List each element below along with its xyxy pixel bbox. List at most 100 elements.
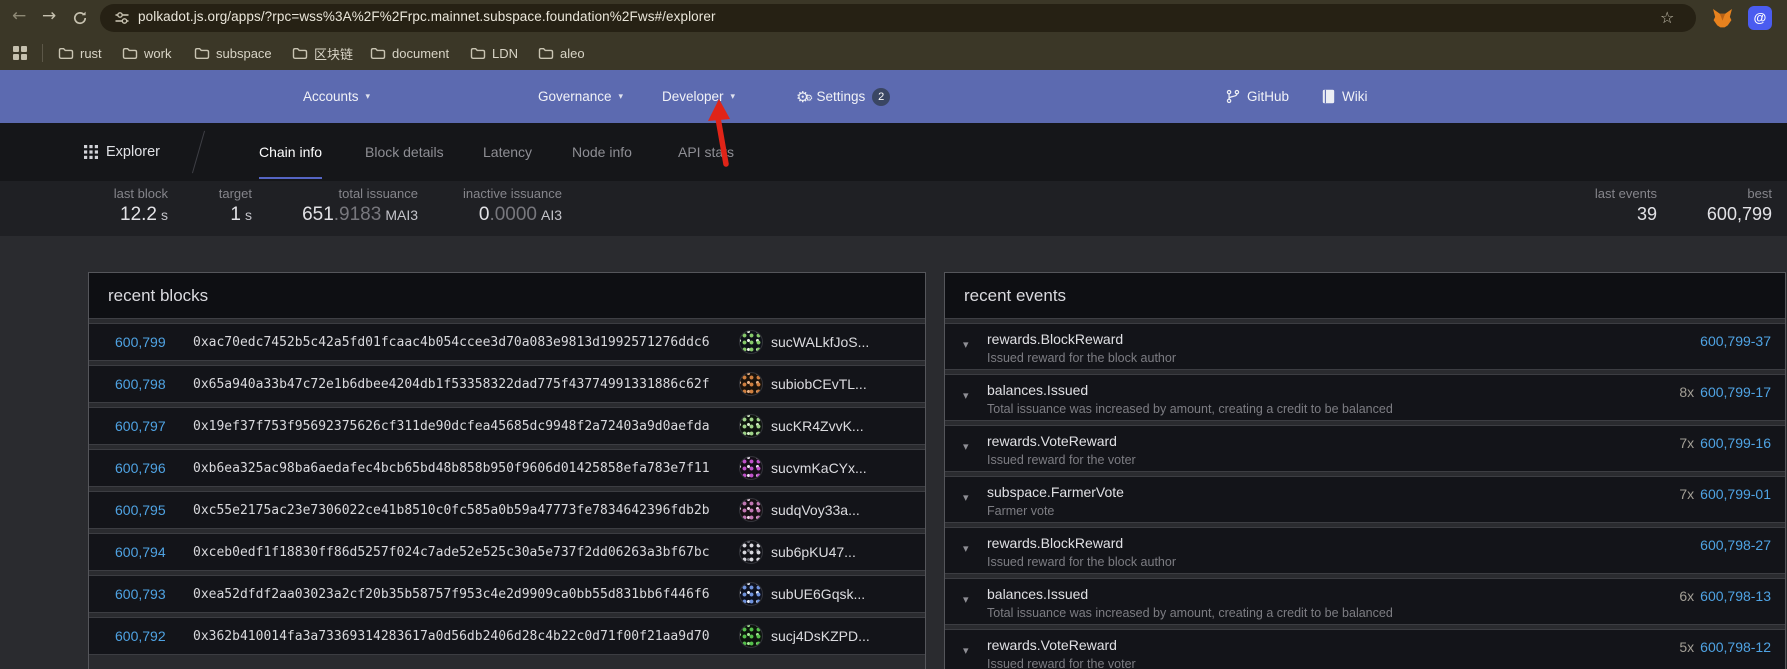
block-row[interactable]: 600,794 0xceb0edf1f18830ff86d5257f024c7a… [89,533,925,571]
event-count: 8x [1679,384,1694,400]
menu-developer[interactable]: Developer ▾ [662,70,735,123]
bookmarks-bar: rust work subspace 区块链 document LDN aleo [0,36,1787,70]
tab-chain-info[interactable]: Chain info [259,123,322,179]
bookmark-ldn[interactable]: LDN [470,36,518,70]
block-row[interactable]: 600,795 0xc55e2175ac23e7306022ce41b8510c… [89,491,925,529]
tab-node-info[interactable]: Node info [572,123,632,179]
expand-caret-icon[interactable]: ▾ [963,644,969,657]
block-number-link[interactable]: 600,796 [115,460,177,476]
reload-icon[interactable] [72,10,88,26]
explorer-tabbar: Explorer Chain info Block details Latenc… [0,123,1787,181]
expand-caret-icon[interactable]: ▾ [963,338,969,351]
event-name: rewards.BlockReward [987,535,1785,551]
block-row[interactable]: 600,798 0x65a940a33b47c72e1b6dbee4204db1… [89,365,925,403]
event-block-link[interactable]: 600,798-12 [1700,639,1771,655]
event-block-link[interactable]: 600,799-37 [1700,333,1771,349]
block-number-link[interactable]: 600,794 [115,544,177,560]
bookmark-label: work [144,46,171,61]
event-row: ▾ subspace.FarmerVote Farmer vote 7x600,… [945,476,1785,523]
event-block-link[interactable]: 600,799-16 [1700,435,1771,451]
author-identicon[interactable] [739,414,763,438]
tab-block-details[interactable]: Block details [365,123,444,179]
bookmark-star-icon[interactable]: ☆ [1660,8,1674,27]
block-hash: 0x19ef37f753f95692375626cf311de90dcfea45… [193,419,710,434]
bookmark-work[interactable]: work [122,36,171,70]
chevron-down-icon: ▾ [366,92,371,102]
metamask-extension-icon[interactable] [1712,8,1733,29]
menu-governance-label: Governance [538,89,612,104]
block-number-link[interactable]: 600,793 [115,586,177,602]
forward-icon[interactable]: → [42,6,56,26]
expand-caret-icon[interactable]: ▾ [963,542,969,555]
block-author[interactable]: sudqVoy33a... [739,498,860,522]
block-number-link[interactable]: 600,797 [115,418,177,434]
bookmark-blockchain[interactable]: 区块链 [292,36,353,70]
event-block-link[interactable]: 600,799-17 [1700,384,1771,400]
block-author[interactable]: sub6pKU47... [739,540,856,564]
bookmark-rust[interactable]: rust [58,36,102,70]
bookmark-aleo[interactable]: aleo [538,36,585,70]
block-row[interactable]: 600,796 0xb6ea325ac98ba6aedafec4bcb65bd4… [89,449,925,487]
apps-grid-icon[interactable] [12,45,28,61]
github-link[interactable]: GitHub [1226,70,1289,123]
block-row[interactable]: 600,797 0x19ef37f753f95692375626cf311de9… [89,407,925,445]
block-author[interactable]: sucvmKaCYx... [739,456,867,480]
author-identicon[interactable] [739,540,763,564]
block-number-link[interactable]: 600,799 [115,334,177,350]
menu-governance[interactable]: Governance ▾ [538,70,623,123]
author-identicon[interactable] [739,624,763,648]
section-title-explorer[interactable]: Explorer [106,123,160,181]
block-number-link[interactable]: 600,792 [115,628,177,644]
event-block-link[interactable]: 600,799-01 [1700,486,1771,502]
block-hash: 0xc55e2175ac23e7306022ce41b8510c0fc585a0… [193,503,710,518]
stat-label: best [1652,186,1772,201]
block-number-link[interactable]: 600,795 [115,502,177,518]
author-name: subUE6Gqsk... [771,586,865,602]
browser-extension-icon[interactable]: @ [1748,6,1772,30]
author-name: sub6pKU47... [771,544,856,560]
block-row[interactable]: 600,793 0xea52dfdf2aa03023a2cf20b35b5875… [89,575,925,613]
block-author[interactable]: sucj4DsKZPD... [739,624,870,648]
author-identicon[interactable] [739,456,763,480]
block-number-link[interactable]: 600,798 [115,376,177,392]
bookmark-label: LDN [492,46,518,61]
expand-caret-icon[interactable]: ▾ [963,389,969,402]
event-row: ▾ balances.Issued Total issuance was inc… [945,374,1785,421]
folder-icon [58,47,74,60]
block-author[interactable]: subiobCEvTL... [739,372,867,396]
expand-caret-icon[interactable]: ▾ [963,440,969,453]
block-row[interactable]: 600,799 0xac70edc7452b5c42a5fd01fcaac4b0… [89,323,925,361]
expand-caret-icon[interactable]: ▾ [963,593,969,606]
event-block-link[interactable]: 600,798-13 [1700,588,1771,604]
back-icon[interactable]: ← [12,6,26,26]
author-identicon[interactable] [739,498,763,522]
author-name: sudqVoy33a... [771,502,860,518]
event-description: Issued reward for the voter [987,453,1785,467]
wiki-link[interactable]: Wiki [1322,70,1368,123]
block-hash: 0x65a940a33b47c72e1b6dbee4204db1f5335832… [193,377,710,392]
author-identicon[interactable] [739,330,763,354]
menu-settings[interactable]: ⚙⚙ Settings 2 [796,70,890,123]
tab-api-stats[interactable]: API stats [678,123,734,179]
menu-accounts[interactable]: Accounts ▾ [303,70,370,123]
author-identicon[interactable] [739,372,763,396]
bookmark-label: subspace [216,46,272,61]
block-hash: 0xb6ea325ac98ba6aedafec4bcb65bd48b858b95… [193,461,710,476]
event-description: Total issuance was increased by amount, … [987,606,1785,620]
bookmark-subspace[interactable]: subspace [194,36,272,70]
expand-caret-icon[interactable]: ▾ [963,491,969,504]
tab-latency[interactable]: Latency [483,123,532,179]
event-description: Farmer vote [987,504,1785,518]
chevron-down-icon: ▾ [619,92,624,102]
block-row[interactable]: 600,792 0x362b410014fa3a73369314283617a0… [89,617,925,655]
bookmark-document[interactable]: document [370,36,449,70]
block-author[interactable]: subUE6Gqsk... [739,582,865,606]
site-info-icon[interactable] [114,10,130,26]
block-author[interactable]: sucWALkfJoS... [739,330,869,354]
event-block-link[interactable]: 600,798-27 [1700,537,1771,553]
block-author[interactable]: sucKR4ZvvK... [739,414,864,438]
url-text[interactable]: polkadot.js.org/apps/?rpc=wss%3A%2F%2Frp… [138,9,716,24]
author-identicon[interactable] [739,582,763,606]
stat-last-events: last events 39 [1517,186,1657,225]
event-name: rewards.VoteReward [987,637,1785,653]
